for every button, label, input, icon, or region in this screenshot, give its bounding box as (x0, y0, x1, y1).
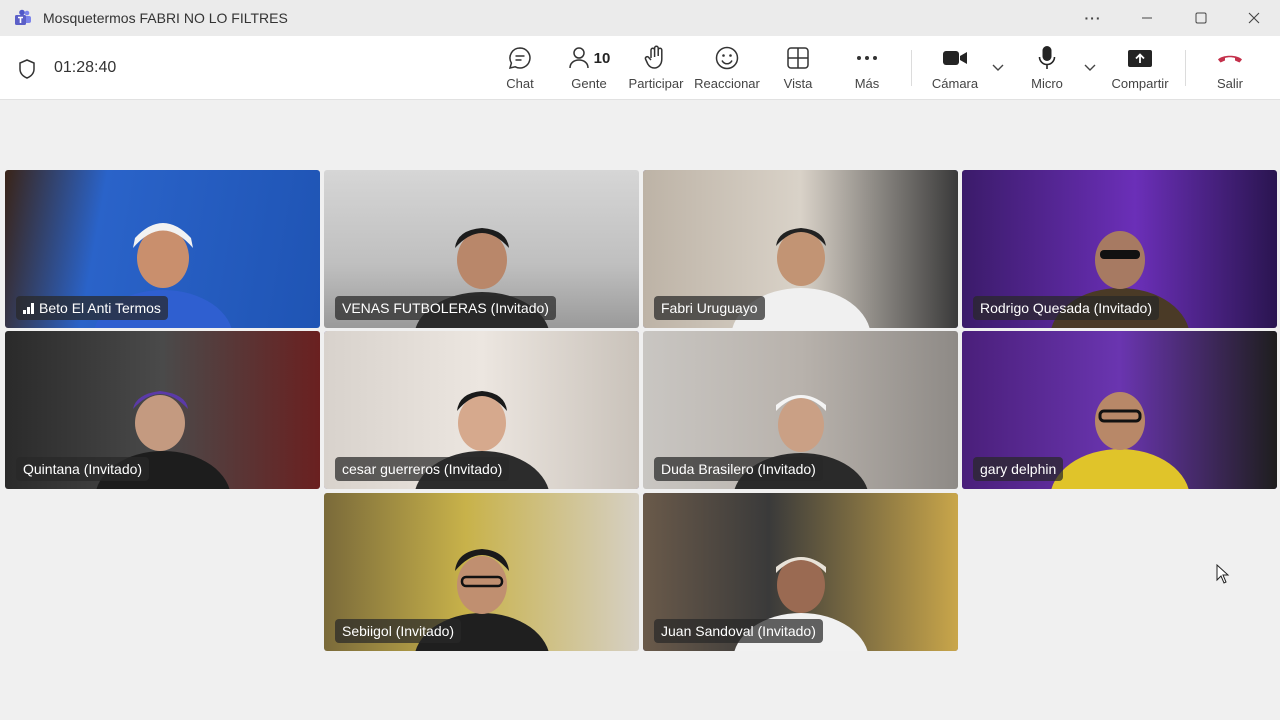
mic-label: Micro (1031, 76, 1063, 91)
participant-name-tag: Fabri Uruguayo (654, 296, 765, 320)
video-tile[interactable]: Rodrigo Quesada (Invitado) (962, 170, 1277, 328)
view-button[interactable]: Vista (778, 44, 818, 94)
participant-name-tag: Quintana (Invitado) (16, 457, 150, 481)
meeting-toolbar: 01:28:40 Chat 10 Gente Participar Reacci… (0, 36, 1280, 100)
participant-name-tag: Sebiigol (Invitado) (335, 619, 462, 643)
participate-label: Participar (628, 76, 684, 91)
participant-name: cesar guerreros (Invitado) (342, 461, 503, 477)
minimize-button[interactable] (1124, 0, 1170, 36)
hang-up-icon (1218, 55, 1242, 63)
view-label: Vista (783, 76, 813, 91)
more-label: Más (854, 76, 880, 91)
title-bar: Mosquetermos FABRI NO LO FILTRES ··· (0, 0, 1280, 36)
window-title: Mosquetermos FABRI NO LO FILTRES (43, 10, 288, 26)
chevron-down-icon[interactable] (1083, 60, 1097, 74)
maximize-button[interactable] (1178, 0, 1224, 36)
video-tile[interactable]: Juan Sandoval (Invitado) (643, 493, 958, 651)
people-icon (568, 47, 589, 69)
leave-label: Salir (1216, 76, 1243, 91)
participant-name-tag: Juan Sandoval (Invitado) (654, 619, 823, 643)
video-tile[interactable]: cesar guerreros (Invitado) (324, 331, 639, 489)
participant-name: Sebiigol (Invitado) (342, 623, 455, 639)
chevron-down-icon[interactable] (991, 60, 1005, 74)
participant-name: Fabri Uruguayo (661, 300, 758, 316)
chat-icon (508, 47, 531, 70)
react-icon (715, 46, 739, 70)
participant-name-tag: Duda Brasilero (Invitado) (654, 457, 823, 481)
participant-video (1050, 392, 1189, 489)
participant-name-tag: Rodrigo Quesada (Invitado) (973, 296, 1159, 320)
close-icon (1248, 12, 1260, 24)
video-tile[interactable]: Duda Brasilero (Invitado) (643, 331, 958, 489)
participant-name: Duda Brasilero (Invitado) (661, 461, 816, 477)
react-button[interactable]: Reaccionar (694, 44, 760, 94)
participant-name: Quintana (Invitado) (23, 461, 143, 477)
maximize-icon (1195, 12, 1207, 24)
share-label: Compartir (1111, 76, 1169, 91)
video-tile[interactable]: gary delphin (962, 331, 1277, 489)
mic-icon (1038, 46, 1056, 69)
toolbar-divider (1185, 50, 1186, 86)
participant-name: Juan Sandoval (Invitado) (661, 623, 816, 639)
more-options-button[interactable]: ··· (1070, 0, 1116, 36)
people-label: Gente (571, 76, 607, 91)
participant-name: VENAS FUTBOLERAS (Invitado) (342, 300, 549, 316)
chat-button[interactable]: Chat (500, 44, 540, 94)
leave-button[interactable]: Salir (1210, 44, 1250, 94)
mic-button[interactable]: Micro (1026, 44, 1068, 94)
chat-label: Chat (506, 76, 534, 91)
video-tile[interactable]: VENAS FUTBOLERAS (Invitado) (324, 170, 639, 328)
shield-icon[interactable] (17, 58, 37, 80)
participant-name-tag: gary delphin (973, 457, 1064, 481)
camera-label: Cámara (931, 76, 979, 91)
raise-hand-icon (644, 45, 663, 69)
minimize-icon (1142, 17, 1152, 19)
video-tile[interactable]: Fabri Uruguayo (643, 170, 958, 328)
participant-name-tag: VENAS FUTBOLERAS (Invitado) (335, 296, 556, 320)
video-tile[interactable]: Sebiigol (Invitado) (324, 493, 639, 651)
video-tile[interactable]: Quintana (Invitado) (5, 331, 320, 489)
people-button[interactable]: 10 Gente (562, 44, 616, 94)
cursor-icon (1216, 564, 1230, 584)
participant-name: Beto El Anti Termos (39, 300, 161, 316)
participant-name: Rodrigo Quesada (Invitado) (980, 300, 1152, 316)
view-icon (787, 47, 809, 69)
teams-logo-icon (15, 9, 31, 25)
react-label: Reaccionar (694, 76, 760, 91)
people-count: 10 (593, 49, 611, 67)
toolbar-divider (911, 50, 912, 86)
close-window-button[interactable] (1231, 0, 1277, 36)
participate-button[interactable]: Participar (626, 44, 686, 94)
camera-icon (943, 51, 967, 65)
more-icon (857, 56, 877, 60)
participant-name-tag: cesar guerreros (Invitado) (335, 457, 510, 481)
video-tile[interactable]: Beto El Anti Termos (5, 170, 320, 328)
participant-name-tag: Beto El Anti Termos (16, 296, 168, 320)
more-button[interactable]: Más (848, 44, 886, 94)
meeting-timer: 01:28:40 (54, 59, 117, 76)
participant-name: gary delphin (980, 461, 1057, 477)
signal-icon (23, 302, 34, 314)
camera-button[interactable]: Cámara (928, 44, 982, 94)
share-button[interactable]: Compartir (1108, 44, 1172, 94)
share-icon (1128, 50, 1152, 67)
